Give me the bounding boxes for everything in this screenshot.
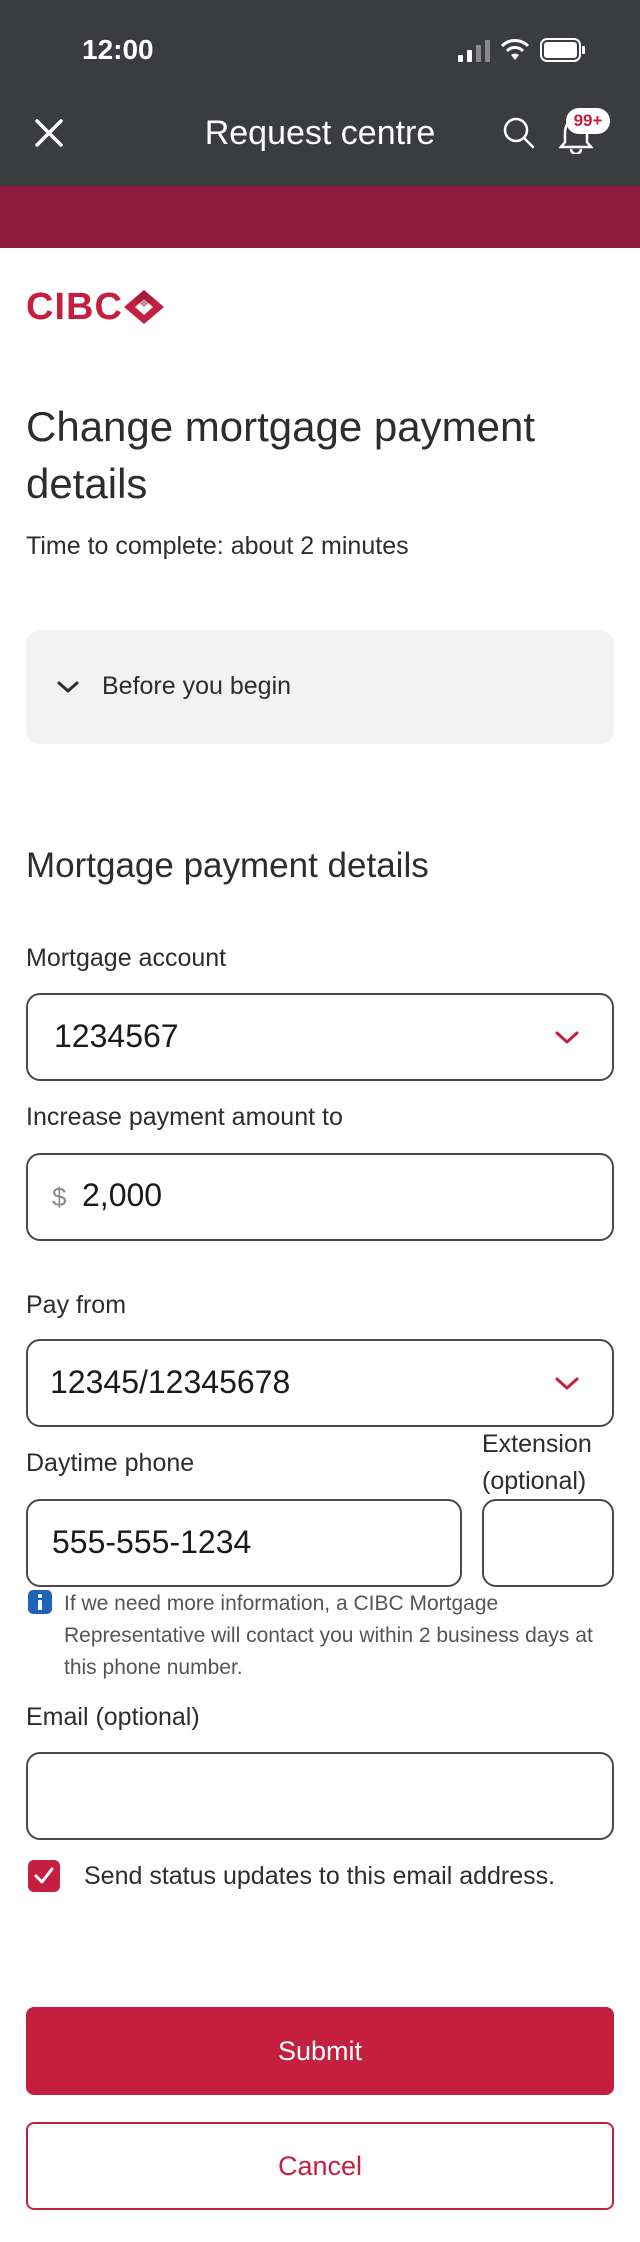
submit-button[interactable]: Submit	[26, 2007, 614, 2095]
battery-icon	[540, 38, 585, 62]
email-label: Email (optional)	[26, 1703, 200, 1731]
info-icon	[28, 1590, 52, 1614]
extension-input[interactable]	[482, 1499, 614, 1587]
chevron-down-icon	[555, 1031, 579, 1044]
phone-info-note: If we need more information, a CIBC Mort…	[64, 1592, 593, 1679]
mortgage-account-label: Mortgage account	[26, 944, 227, 972]
currency-symbol: $	[52, 1182, 67, 1212]
pay-from-label: Pay from	[26, 1291, 127, 1319]
notification-badge[interactable]: 99+	[566, 108, 610, 134]
extension-optional-label: (optional)	[482, 1467, 587, 1495]
brand-band	[0, 186, 640, 248]
status-updates-checkbox[interactable]	[28, 1860, 60, 1892]
page-header-title: Request centre	[204, 114, 436, 152]
payment-amount-value: 2,000	[82, 1177, 163, 1213]
pay-from-value: 12345/12345678	[50, 1364, 291, 1400]
section-title: Mortgage payment details	[26, 846, 429, 885]
daytime-phone-value: 555-555-1234	[52, 1524, 252, 1560]
status-time: 12:00	[82, 34, 154, 65]
cancel-button[interactable]: Cancel	[26, 2122, 614, 2210]
chevron-down-icon	[57, 681, 79, 693]
cibc-logo: CIBC	[26, 286, 123, 328]
mortgage-account-value: 1234567	[54, 1018, 179, 1054]
checkmark-icon	[34, 1867, 54, 1884]
time-to-complete: Time to complete: about 2 minutes	[26, 532, 409, 560]
status-updates-label[interactable]: Send status updates to this email addres…	[84, 1862, 555, 1891]
increase-payment-label: Increase payment amount to	[26, 1103, 343, 1131]
cibc-logo-mark-icon	[124, 290, 164, 324]
daytime-phone-label: Daytime phone	[26, 1449, 195, 1477]
accordion-label[interactable]: Before you begin	[102, 672, 291, 701]
chevron-down-icon	[555, 1377, 579, 1390]
email-input[interactable]	[26, 1752, 614, 1840]
wifi-icon	[500, 39, 530, 60]
page-title: Change mortgage payment details	[26, 403, 535, 507]
search-icon[interactable]	[502, 116, 536, 150]
status-bar: 12:00	[0, 0, 640, 100]
signal-icon	[458, 40, 490, 62]
extension-label: Extension	[482, 1430, 592, 1458]
